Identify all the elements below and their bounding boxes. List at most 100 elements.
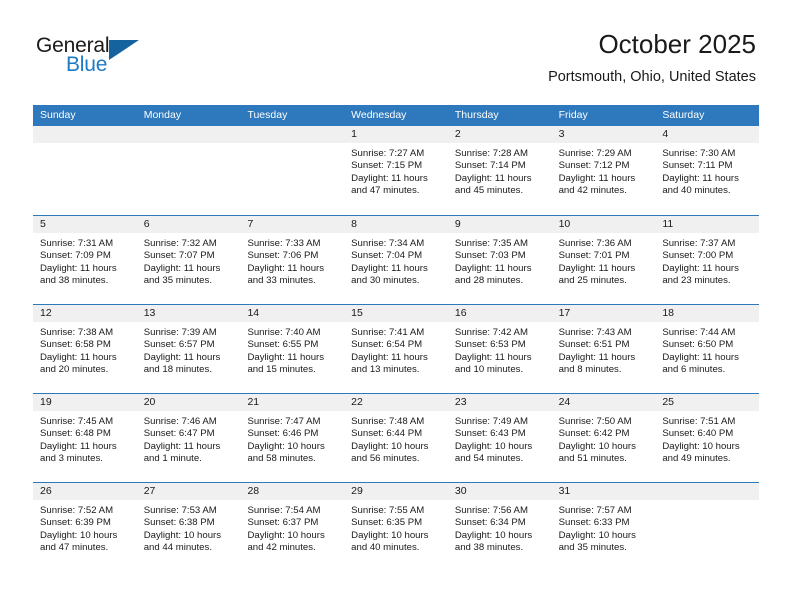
- sunset-time: Sunset: 6:40 PM: [662, 428, 734, 440]
- day-number: 26: [33, 483, 137, 500]
- daylight-duration-line2: and 33 minutes.: [247, 275, 316, 287]
- day-number: 6: [136, 216, 241, 233]
- calendar-day-cell[interactable]: 19 Sunrise: 7:45 AM Sunset: 6:48 PM Dayligh…: [33, 394, 137, 482]
- daylight-duration-line2: and 30 minutes.: [351, 275, 420, 287]
- calendar-day-cell[interactable]: 25 Sunrise: 7:51 AM Sunset: 6:40 PM Dayligh…: [655, 394, 760, 482]
- daylight-duration-line2: and 8 minutes.: [558, 364, 622, 376]
- sunset-time: Sunset: 7:09 PM: [40, 250, 111, 262]
- calendar-day-cell[interactable]: 6 Sunrise: 7:32 AM Sunset: 7:07 PM Daylight…: [136, 216, 241, 304]
- daylight-duration-line2: and 3 minutes.: [40, 453, 103, 465]
- day-number: [240, 126, 345, 143]
- day-details: Sunrise: 7:29 AM Sunset: 7:12 PM Daylight:…: [552, 143, 656, 198]
- calendar-day-cell[interactable]: 29 Sunrise: 7:55 AM Sunset: 6:35 PM Dayligh…: [344, 483, 448, 571]
- day-details: Sunrise: 7:56 AM Sunset: 6:34 PM Daylight:…: [448, 500, 552, 555]
- calendar-day-cell[interactable]: 10 Sunrise: 7:36 AM Sunset: 7:01 PM Dayligh…: [551, 216, 656, 304]
- calendar-day-cell[interactable]: 7 Sunrise: 7:33 AM Sunset: 7:06 PM Daylight…: [240, 216, 345, 304]
- sunrise-time: Sunrise: 7:42 AM: [454, 327, 528, 338]
- calendar-day-cell[interactable]: 1 Sunrise: 7:27 AM Sunset: 7:15 PM Daylight…: [344, 126, 448, 215]
- daylight-duration-line1: Daylight: 11 hours: [143, 262, 221, 274]
- calendar-day-cell[interactable]: 2 Sunrise: 7:28 AM Sunset: 7:14 PM Daylight…: [447, 126, 552, 215]
- calendar-day-cell[interactable]: 28 Sunrise: 7:54 AM Sunset: 6:37 PM Dayligh…: [240, 483, 345, 571]
- daylight-duration-line1: Daylight: 11 hours: [143, 440, 221, 452]
- calendar-day-cell[interactable]: 27 Sunrise: 7:53 AM Sunset: 6:38 PM Dayligh…: [136, 483, 241, 571]
- calendar-day-cell[interactable]: 24 Sunrise: 7:50 AM Sunset: 6:42 PM Dayligh…: [551, 394, 656, 482]
- daylight-duration-line2: and 42 minutes.: [558, 185, 627, 197]
- day-details: Sunrise: 7:28 AM Sunset: 7:14 PM Daylight:…: [448, 143, 552, 198]
- calendar-day-cell[interactable]: 14 Sunrise: 7:40 AM Sunset: 6:55 PM Dayligh…: [240, 305, 345, 393]
- daylight-duration-line1: Daylight: 11 hours: [454, 351, 532, 363]
- day-number: 16: [447, 305, 552, 322]
- sunrise-time: Sunrise: 7:29 AM: [558, 148, 632, 159]
- daylight-duration-line1: Daylight: 10 hours: [351, 529, 429, 541]
- sunset-time: Sunset: 6:51 PM: [558, 339, 630, 351]
- sunset-time: Sunset: 7:07 PM: [143, 250, 215, 262]
- calendar-day-cell[interactable]: 16 Sunrise: 7:42 AM Sunset: 6:53 PM Dayligh…: [447, 305, 552, 393]
- daylight-duration-line1: Daylight: 10 hours: [662, 440, 740, 452]
- calendar-day-cell[interactable]: 26 Sunrise: 7:52 AM Sunset: 6:39 PM Dayligh…: [33, 483, 137, 571]
- sunset-time: Sunset: 7:15 PM: [351, 160, 423, 172]
- daylight-duration-line2: and 1 minute.: [143, 453, 202, 465]
- day-number: 18: [655, 305, 760, 322]
- calendar-day-cell[interactable]: 4 Sunrise: 7:30 AM Sunset: 7:11 PM Daylight…: [655, 126, 760, 215]
- calendar-day-cell[interactable]: 11 Sunrise: 7:37 AM Sunset: 7:00 PM Dayligh…: [655, 216, 760, 304]
- daylight-duration-line2: and 10 minutes.: [454, 364, 524, 376]
- sunrise-time: Sunrise: 7:44 AM: [662, 327, 736, 338]
- daylight-duration-line2: and 40 minutes.: [351, 542, 420, 554]
- daylight-duration-line2: and 13 minutes.: [351, 364, 420, 376]
- calendar-week-row: 5 Sunrise: 7:31 AM Sunset: 7:09 PM Daylight…: [33, 215, 760, 304]
- day-number: 19: [33, 394, 137, 411]
- calendar-day-cell[interactable]: 20 Sunrise: 7:46 AM Sunset: 6:47 PM Dayligh…: [136, 394, 241, 482]
- general-blue-logo[interactable]: General Blue: [36, 34, 156, 80]
- day-details: Sunrise: 7:37 AM Sunset: 7:00 PM Daylight:…: [655, 233, 759, 288]
- sunset-time: Sunset: 7:11 PM: [662, 160, 733, 172]
- day-number: 5: [33, 216, 137, 233]
- daylight-duration-line1: Daylight: 11 hours: [662, 172, 739, 184]
- sunset-time: Sunset: 6:47 PM: [143, 428, 215, 440]
- calendar-day-cell[interactable]: 22 Sunrise: 7:48 AM Sunset: 6:44 PM Dayligh…: [344, 394, 448, 482]
- logo-text-blue: Blue: [66, 53, 108, 76]
- day-details: Sunrise: 7:47 AM Sunset: 6:46 PM Daylight:…: [240, 411, 344, 466]
- calendar-day-cell[interactable]: 23 Sunrise: 7:49 AM Sunset: 6:43 PM Dayligh…: [447, 394, 552, 482]
- calendar-day-cell[interactable]: 3 Sunrise: 7:29 AM Sunset: 7:12 PM Daylight…: [551, 126, 656, 215]
- daylight-duration-line2: and 56 minutes.: [351, 453, 420, 465]
- daylight-duration-line1: Daylight: 11 hours: [40, 262, 117, 274]
- calendar-day-cell[interactable]: 31 Sunrise: 7:57 AM Sunset: 6:33 PM Dayligh…: [551, 483, 656, 571]
- calendar-day-cell[interactable]: 12 Sunrise: 7:38 AM Sunset: 6:58 PM Dayligh…: [33, 305, 137, 393]
- sunset-time: Sunset: 6:34 PM: [454, 517, 526, 529]
- sunset-time: Sunset: 7:04 PM: [351, 250, 423, 262]
- day-details: Sunrise: 7:44 AM Sunset: 6:50 PM Daylight:…: [655, 322, 759, 377]
- sunrise-time: Sunrise: 7:48 AM: [351, 416, 425, 427]
- calendar-day-cell[interactable]: 30 Sunrise: 7:56 AM Sunset: 6:34 PM Dayligh…: [447, 483, 552, 571]
- daylight-duration-line1: Daylight: 10 hours: [40, 529, 118, 541]
- calendar-day-cell[interactable]: 13 Sunrise: 7:39 AM Sunset: 6:57 PM Dayligh…: [136, 305, 241, 393]
- daylight-duration-line2: and 25 minutes.: [558, 275, 627, 287]
- calendar-day-cell[interactable]: 8 Sunrise: 7:34 AM Sunset: 7:04 PM Daylight…: [344, 216, 448, 304]
- sunrise-time: Sunrise: 7:36 AM: [558, 238, 632, 249]
- weekday-header-tuesday: Tuesday: [247, 109, 288, 121]
- daylight-duration-line1: Daylight: 11 hours: [662, 351, 739, 363]
- calendar-day-cell[interactable]: 21 Sunrise: 7:47 AM Sunset: 6:46 PM Dayligh…: [240, 394, 345, 482]
- day-number: 31: [551, 483, 656, 500]
- calendar-day-cell[interactable]: 15 Sunrise: 7:41 AM Sunset: 6:54 PM Dayligh…: [344, 305, 448, 393]
- day-number: 25: [655, 394, 760, 411]
- daylight-duration-line1: Daylight: 11 hours: [40, 440, 117, 452]
- daylight-duration-line2: and 47 minutes.: [40, 542, 109, 554]
- daylight-duration-line2: and 23 minutes.: [662, 275, 731, 287]
- weekday-header-wednesday: Wednesday: [351, 109, 407, 121]
- sunrise-time: Sunrise: 7:52 AM: [40, 505, 114, 516]
- sunset-time: Sunset: 6:38 PM: [143, 517, 215, 529]
- daylight-duration-line2: and 58 minutes.: [247, 453, 316, 465]
- sunset-time: Sunset: 7:01 PM: [558, 250, 630, 262]
- daylight-duration-line2: and 42 minutes.: [247, 542, 316, 554]
- daylight-duration-line2: and 45 minutes.: [454, 185, 524, 197]
- sunset-time: Sunset: 6:39 PM: [40, 517, 111, 529]
- calendar-grid: Sunday Monday Tuesday Wednesday Thursday…: [33, 105, 760, 571]
- day-details: Sunrise: 7:50 AM Sunset: 6:42 PM Daylight:…: [552, 411, 656, 466]
- calendar-day-cell[interactable]: 17 Sunrise: 7:43 AM Sunset: 6:51 PM Dayligh…: [551, 305, 656, 393]
- daylight-duration-line1: Daylight: 11 hours: [454, 262, 532, 274]
- calendar-day-cell[interactable]: 18 Sunrise: 7:44 AM Sunset: 6:50 PM Dayligh…: [655, 305, 760, 393]
- calendar-day-cell[interactable]: 9 Sunrise: 7:35 AM Sunset: 7:03 PM Daylight…: [447, 216, 552, 304]
- calendar-week-row: 26 Sunrise: 7:52 AM Sunset: 6:39 PM Dayligh…: [33, 482, 760, 571]
- calendar-day-cell[interactable]: 5 Sunrise: 7:31 AM Sunset: 7:09 PM Daylight…: [33, 216, 137, 304]
- day-number: 29: [344, 483, 448, 500]
